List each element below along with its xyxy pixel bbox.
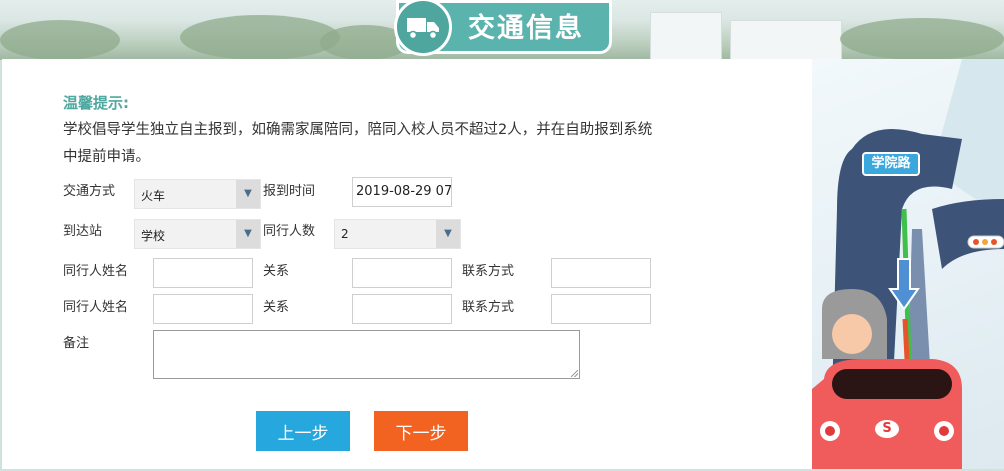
page-title: 交通信息 [468, 13, 584, 44]
road-illustration: 学院路 S [812, 59, 1004, 469]
contact-input[interactable] [551, 294, 651, 324]
tip-title: 温馨提示: [63, 94, 129, 112]
arrival-time-input[interactable]: 2019-08-29 07 [352, 177, 452, 207]
relation-input[interactable] [352, 258, 452, 288]
station-value: 学校 [141, 229, 166, 243]
prev-step-button[interactable]: 上一步 [256, 411, 350, 451]
truck-icon [394, 0, 452, 56]
transport-label: 交通方式 [63, 184, 116, 199]
contact-label: 联系方式 [462, 264, 515, 279]
car-emblem-label: S [882, 421, 892, 436]
companion-name-label: 同行人姓名 [63, 264, 129, 279]
companions-value: 2 [341, 227, 349, 241]
companion-name-input[interactable] [153, 258, 253, 288]
relation-input[interactable] [352, 294, 452, 324]
resize-grip-icon[interactable] [571, 370, 578, 377]
next-step-button[interactable]: 下一步 [374, 411, 468, 451]
road-sign: 学院路 [862, 152, 920, 176]
companion-name-label: 同行人姓名 [63, 300, 129, 315]
remark-label: 备注 [63, 336, 90, 351]
road-sign-label: 学院路 [871, 156, 911, 171]
chevron-down-icon: ▼ [236, 220, 260, 248]
transport-value: 火车 [141, 189, 166, 203]
relation-label: 关系 [263, 300, 290, 315]
companions-select[interactable]: 2 ▼ [334, 219, 461, 249]
contact-label: 联系方式 [462, 300, 515, 315]
car-emblem: S [876, 420, 898, 438]
tip-text: 学校倡导学生独立自主报到，如确需家属陪同，陪同入校人员不超过2人，并在自助报到系… [63, 122, 653, 165]
companions-label: 同行人数 [263, 224, 316, 239]
companion-name-input[interactable] [153, 294, 253, 324]
station-label: 到达站 [63, 224, 103, 239]
form-panel: 温馨提示: 学校倡导学生独立自主报到，如确需家属陪同，陪同入校人员不超过2人，并… [2, 59, 812, 469]
chevron-down-icon: ▼ [436, 220, 460, 248]
arrival-time-label: 报到时间 [263, 184, 316, 199]
station-select[interactable]: 学校 ▼ [134, 219, 261, 249]
contact-input[interactable] [551, 258, 651, 288]
relation-label: 关系 [263, 264, 290, 279]
chevron-down-icon: ▼ [236, 180, 260, 208]
header-badge: 交通信息 [394, 0, 612, 56]
remark-textarea[interactable] [153, 330, 580, 379]
transport-select[interactable]: 火车 ▼ [134, 179, 261, 209]
